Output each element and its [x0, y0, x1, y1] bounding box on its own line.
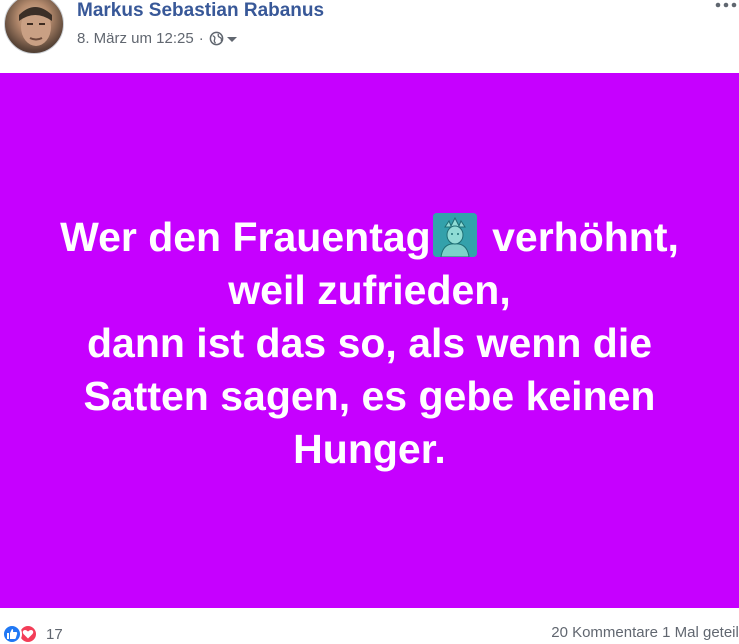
chevron-down-icon[interactable]	[226, 34, 237, 44]
thumbs-up-icon	[7, 629, 18, 639]
meta-separator: ·	[198, 30, 204, 47]
statue-of-liberty-icon	[432, 213, 477, 257]
globe-icon[interactable]	[209, 31, 224, 46]
post-line-1: Wer den Frauentag	[60, 214, 431, 260]
reactions-summary[interactable]: 17	[2, 624, 63, 644]
post-line-4: Satten sagen, es gebe keinen	[83, 373, 656, 419]
post-line-1b: verhöhnt,	[480, 214, 679, 260]
post-content[interactable]: Wer den Frauentag verhöhnt, weil zufried…	[0, 73, 739, 608]
author-avatar[interactable]	[4, 0, 64, 54]
heart-icon	[22, 629, 34, 639]
more-options-icon[interactable]	[715, 0, 737, 12]
post-line-5: Hunger.	[293, 426, 446, 472]
post-text: Wer den Frauentag verhöhnt, weil zufried…	[10, 211, 730, 476]
like-reaction-icon	[2, 624, 22, 644]
comments-shares-stats[interactable]: 20 Kommentare 1 Mal geteilt	[551, 624, 739, 641]
post-line-3: dann ist das so, als wenn die	[86, 320, 653, 366]
post-meta: 8. März um 12:25 ·	[77, 30, 237, 47]
author-name[interactable]: Markus Sebastian Rabanus	[77, 0, 324, 22]
statue-of-liberty-emoji	[432, 213, 477, 257]
avatar-photo	[19, 7, 52, 46]
post-timestamp[interactable]: 8. März um 12:25	[77, 30, 194, 47]
post-line-2: weil zufrieden,	[228, 267, 511, 313]
post-header: Markus Sebastian Rabanus 8. März um 12:2…	[0, 0, 739, 72]
post-footer: 17 20 Kommentare 1 Mal geteilt	[0, 608, 739, 644]
reaction-count: 17	[46, 625, 63, 643]
